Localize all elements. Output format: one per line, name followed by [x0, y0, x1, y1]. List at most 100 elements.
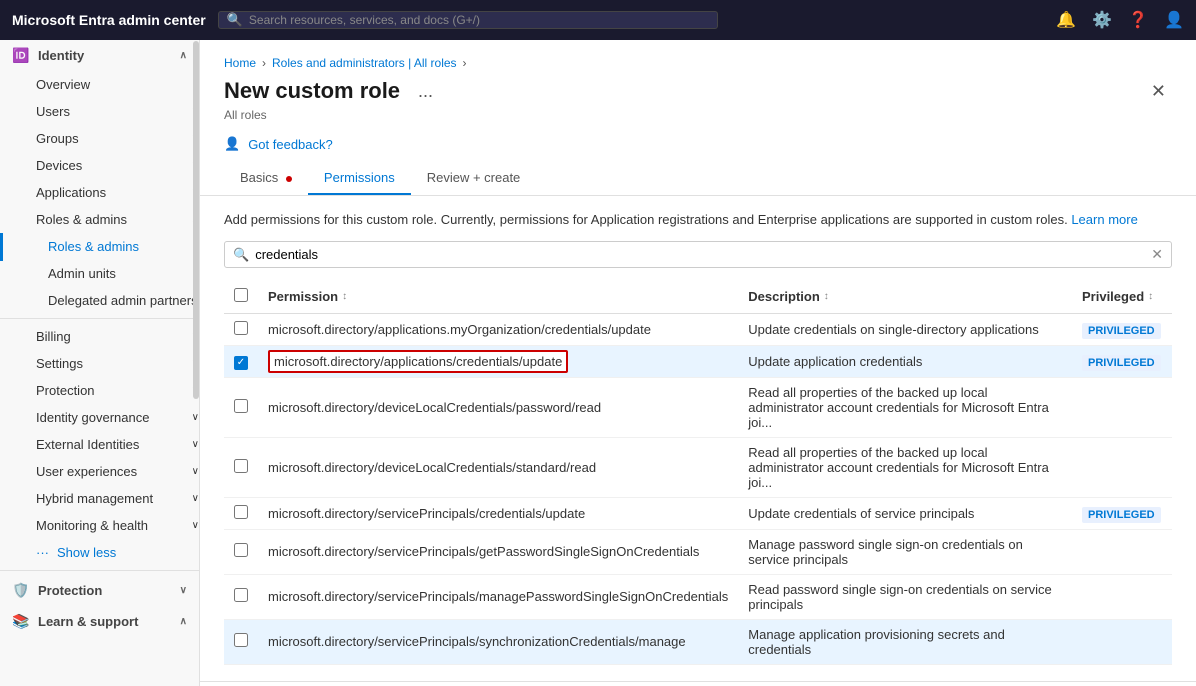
- row-checkbox[interactable]: [234, 505, 248, 519]
- permission-sort[interactable]: Permission ↕: [268, 289, 728, 304]
- protection2-chevron-icon: ∨: [180, 585, 187, 596]
- table-row: microsoft.directory/servicePrincipals/ge…: [224, 529, 1172, 574]
- sidebar-item-identity[interactable]: 🆔 Identity ∧: [0, 40, 199, 71]
- sidebar-item-overview[interactable]: Overview: [0, 71, 199, 98]
- permission-cell: microsoft.directory/deviceLocalCredentia…: [258, 437, 738, 497]
- permission-cell: microsoft.directory/servicePrincipals/sy…: [258, 619, 738, 664]
- row-checkbox[interactable]: ✓: [234, 356, 248, 370]
- permission-cell: microsoft.directory/servicePrincipals/ge…: [258, 529, 738, 574]
- sidebar-item-external-identities[interactable]: External Identities ∨: [0, 431, 199, 458]
- search-clear-icon[interactable]: ✕: [1151, 246, 1163, 263]
- row-checkbox[interactable]: [234, 633, 248, 647]
- search-bar[interactable]: 🔍 ✕: [224, 241, 1172, 268]
- notification-icon[interactable]: 🔔: [1056, 10, 1076, 30]
- search-input[interactable]: [249, 13, 709, 27]
- breadcrumb-roles[interactable]: Roles and administrators | All roles: [272, 56, 457, 70]
- privileged-cell: [1072, 574, 1172, 619]
- sidebar-item-settings[interactable]: Settings ∨: [0, 350, 199, 377]
- privileged-sort[interactable]: Privileged ↕: [1082, 289, 1162, 304]
- description-cell: Read all properties of the backed up loc…: [738, 437, 1072, 497]
- sidebar-item-protection2[interactable]: 🛡️ Protection ∨: [0, 575, 199, 606]
- row-checkbox[interactable]: [234, 399, 248, 413]
- app-brand: Microsoft Entra admin center: [12, 12, 206, 28]
- content-footer: Previous Next: [200, 681, 1196, 686]
- search-icon: 🔍: [227, 12, 243, 28]
- learn-more-link[interactable]: Learn more: [1071, 212, 1137, 227]
- sidebar-item-show-less[interactable]: ··· Show less: [0, 539, 199, 566]
- content-area: Home › Roles and administrators | All ro…: [200, 40, 1196, 686]
- breadcrumb-sep2: ›: [463, 56, 467, 70]
- table-header-row: Permission ↕ Description ↕: [224, 280, 1172, 314]
- privileged-cell: [1072, 619, 1172, 664]
- sidebar-item-billing[interactable]: Billing ∨: [0, 323, 199, 350]
- permissions-table: Permission ↕ Description ↕: [224, 280, 1172, 665]
- account-icon[interactable]: 👤: [1164, 10, 1184, 30]
- privileged-badge: PRIVILEGED: [1082, 355, 1161, 371]
- page-title-row: New custom role ... ✕: [224, 78, 1172, 104]
- sidebar-divider: [0, 318, 199, 319]
- description-cell: Update application credentials: [738, 346, 1072, 378]
- content-body: Add permissions for this custom role. Cu…: [200, 196, 1196, 681]
- permission-cell: microsoft.directory/servicePrincipals/ma…: [258, 574, 738, 619]
- search-bar-icon: 🔍: [233, 247, 249, 263]
- row-checkbox[interactable]: [234, 543, 248, 557]
- more-options-button[interactable]: ...: [412, 79, 439, 104]
- breadcrumb-home[interactable]: Home: [224, 56, 256, 70]
- help-icon[interactable]: ❓: [1128, 10, 1148, 30]
- select-all-checkbox[interactable]: [234, 288, 248, 302]
- table-row: microsoft.directory/deviceLocalCredentia…: [224, 377, 1172, 437]
- highlighted-permission[interactable]: microsoft.directory/applications/credent…: [268, 350, 568, 373]
- description-sort[interactable]: Description ↕: [748, 289, 1062, 304]
- permission-cell: microsoft.directory/servicePrincipals/cr…: [258, 497, 738, 529]
- sidebar-item-hybrid-management[interactable]: Hybrid management ∨: [0, 485, 199, 512]
- topbar-icons: 🔔 ⚙️ ❓ 👤: [1056, 10, 1184, 30]
- tab-review-create[interactable]: Review + create: [411, 162, 537, 195]
- permission-cell: microsoft.directory/deviceLocalCredentia…: [258, 377, 738, 437]
- table-row: ✓ microsoft.directory/applications/creden…: [224, 346, 1172, 378]
- sidebar-item-groups[interactable]: Groups ∨: [0, 125, 199, 152]
- tab-basics[interactable]: Basics: [224, 162, 308, 195]
- privileged-cell: [1072, 529, 1172, 574]
- sidebar-item-users[interactable]: Users ∨: [0, 98, 199, 125]
- table-row: microsoft.directory/servicePrincipals/sy…: [224, 619, 1172, 664]
- breadcrumb-sep1: ›: [262, 56, 266, 70]
- content-header: Home › Roles and administrators | All ro…: [200, 40, 1196, 196]
- privileged-cell: [1072, 377, 1172, 437]
- sidebar-item-monitoring[interactable]: Monitoring & health ∨: [0, 512, 199, 539]
- table-row: microsoft.directory/servicePrincipals/cr…: [224, 497, 1172, 529]
- description-text: Add permissions for this custom role. Cu…: [224, 212, 1172, 227]
- search-box[interactable]: 🔍: [218, 11, 718, 29]
- learn-chevron-icon: ∧: [180, 616, 187, 627]
- privileged-badge: PRIVILEGED: [1082, 507, 1161, 523]
- sidebar-item-roles-admins-parent[interactable]: Roles & admins ∧: [0, 206, 199, 233]
- sidebar-item-delegated-admin[interactable]: Delegated admin partners: [0, 287, 199, 314]
- tab-permissions[interactable]: Permissions: [308, 162, 411, 195]
- sidebar-item-admin-units[interactable]: Admin units: [0, 260, 199, 287]
- row-checkbox[interactable]: [234, 321, 248, 335]
- header-permission: Permission ↕: [258, 280, 738, 314]
- row-checkbox[interactable]: [234, 459, 248, 473]
- feedback-bar[interactable]: 👤 Got feedback?: [224, 130, 1172, 158]
- permissions-search-input[interactable]: [255, 247, 1145, 262]
- privileged-badge: PRIVILEGED: [1082, 323, 1161, 339]
- sidebar-item-identity-governance[interactable]: Identity governance ∨: [0, 404, 199, 431]
- sidebar: 🆔 Identity ∧ Overview Users ∨ Groups ∨ D…: [0, 40, 200, 686]
- settings-icon[interactable]: ⚙️: [1092, 10, 1112, 30]
- protection-icon: 🛡️: [12, 582, 30, 599]
- feedback-label: Got feedback?: [248, 137, 333, 152]
- page-title: New custom role: [224, 78, 400, 104]
- chevron-up-icon: ∧: [180, 50, 187, 61]
- sidebar-item-applications[interactable]: Applications ∨: [0, 179, 199, 206]
- identity-icon: 🆔: [12, 47, 30, 64]
- row-checkbox[interactable]: [234, 588, 248, 602]
- sidebar-item-roles-admins[interactable]: Roles & admins: [0, 233, 199, 260]
- sidebar-item-protection[interactable]: Protection ∨: [0, 377, 199, 404]
- close-button[interactable]: ✕: [1145, 79, 1172, 104]
- permission-cell: microsoft.directory/applications/credent…: [258, 346, 738, 378]
- sidebar-item-user-experiences[interactable]: User experiences ∨: [0, 458, 199, 485]
- header-description: Description ↕: [738, 280, 1072, 314]
- privileged-sort-icon: ↕: [1148, 291, 1153, 302]
- basics-dot: [286, 176, 292, 182]
- sidebar-item-devices[interactable]: Devices ∨: [0, 152, 199, 179]
- sidebar-item-learn-support[interactable]: 📚 Learn & support ∧: [0, 606, 199, 637]
